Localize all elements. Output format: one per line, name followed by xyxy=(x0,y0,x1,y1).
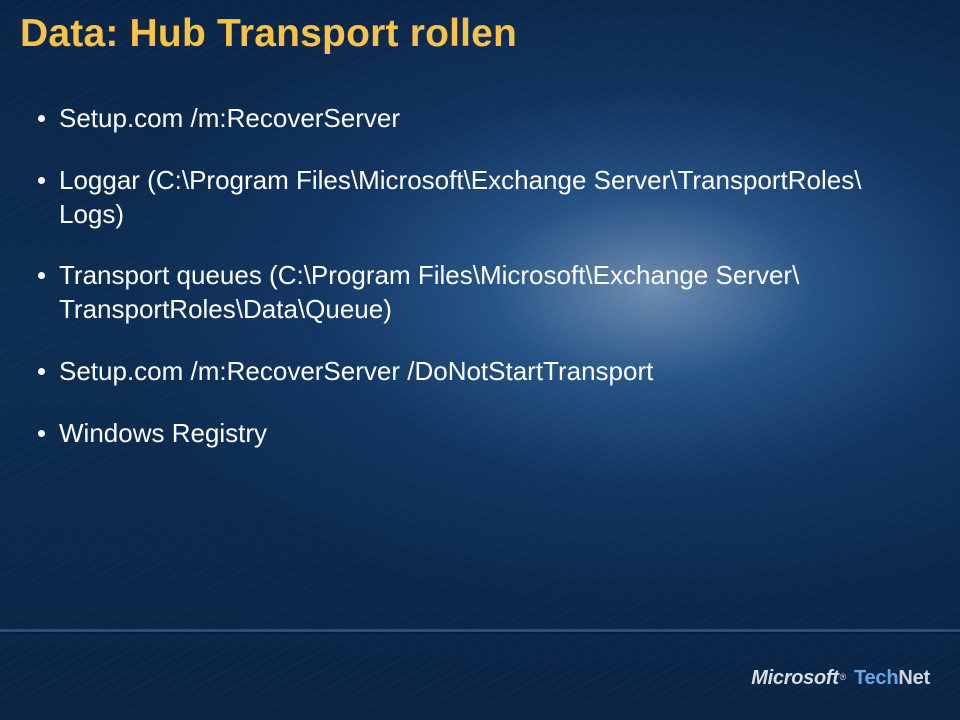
list-item: Loggar (C:\Program Files\Microsoft\Excha… xyxy=(38,164,920,232)
list-item: Windows Registry xyxy=(38,417,920,451)
bullet-dot-icon xyxy=(38,272,45,279)
list-item-text: Loggar (C:\Program Files\Microsoft\Excha… xyxy=(59,164,920,232)
bullet-dot-icon xyxy=(38,368,45,375)
footer-logo: Microsoft® TechNet xyxy=(751,667,930,690)
microsoft-wordmark: Microsoft® xyxy=(751,667,846,690)
bullet-dot-icon xyxy=(38,177,45,184)
list-item: Transport queues (C:\Program Files\Micro… xyxy=(38,259,920,327)
list-item-text: Setup.com /m:RecoverServer xyxy=(59,102,920,136)
technet-wordmark: TechNet xyxy=(854,667,930,690)
footer-separator xyxy=(0,629,960,634)
bullet-dot-icon xyxy=(38,115,45,122)
bullet-dot-icon xyxy=(38,430,45,437)
technet-tech: Tech xyxy=(854,667,898,689)
list-item-text: Windows Registry xyxy=(59,417,920,451)
list-item: Setup.com /m:RecoverServer xyxy=(38,102,920,136)
slide: Data: Hub Transport rollen Setup.com /m:… xyxy=(0,0,960,720)
slide-title: Data: Hub Transport rollen xyxy=(20,12,517,56)
list-item-text: Setup.com /m:RecoverServer /DoNotStartTr… xyxy=(59,355,920,389)
brand-text: Microsoft xyxy=(751,667,838,690)
technet-net: Net xyxy=(898,667,930,689)
list-item: Setup.com /m:RecoverServer /DoNotStartTr… xyxy=(38,355,920,389)
list-item-text: Transport queues (C:\Program Files\Micro… xyxy=(59,259,920,327)
registered-mark: ® xyxy=(840,672,846,682)
bullet-list: Setup.com /m:RecoverServer Loggar (C:\Pr… xyxy=(38,102,920,479)
